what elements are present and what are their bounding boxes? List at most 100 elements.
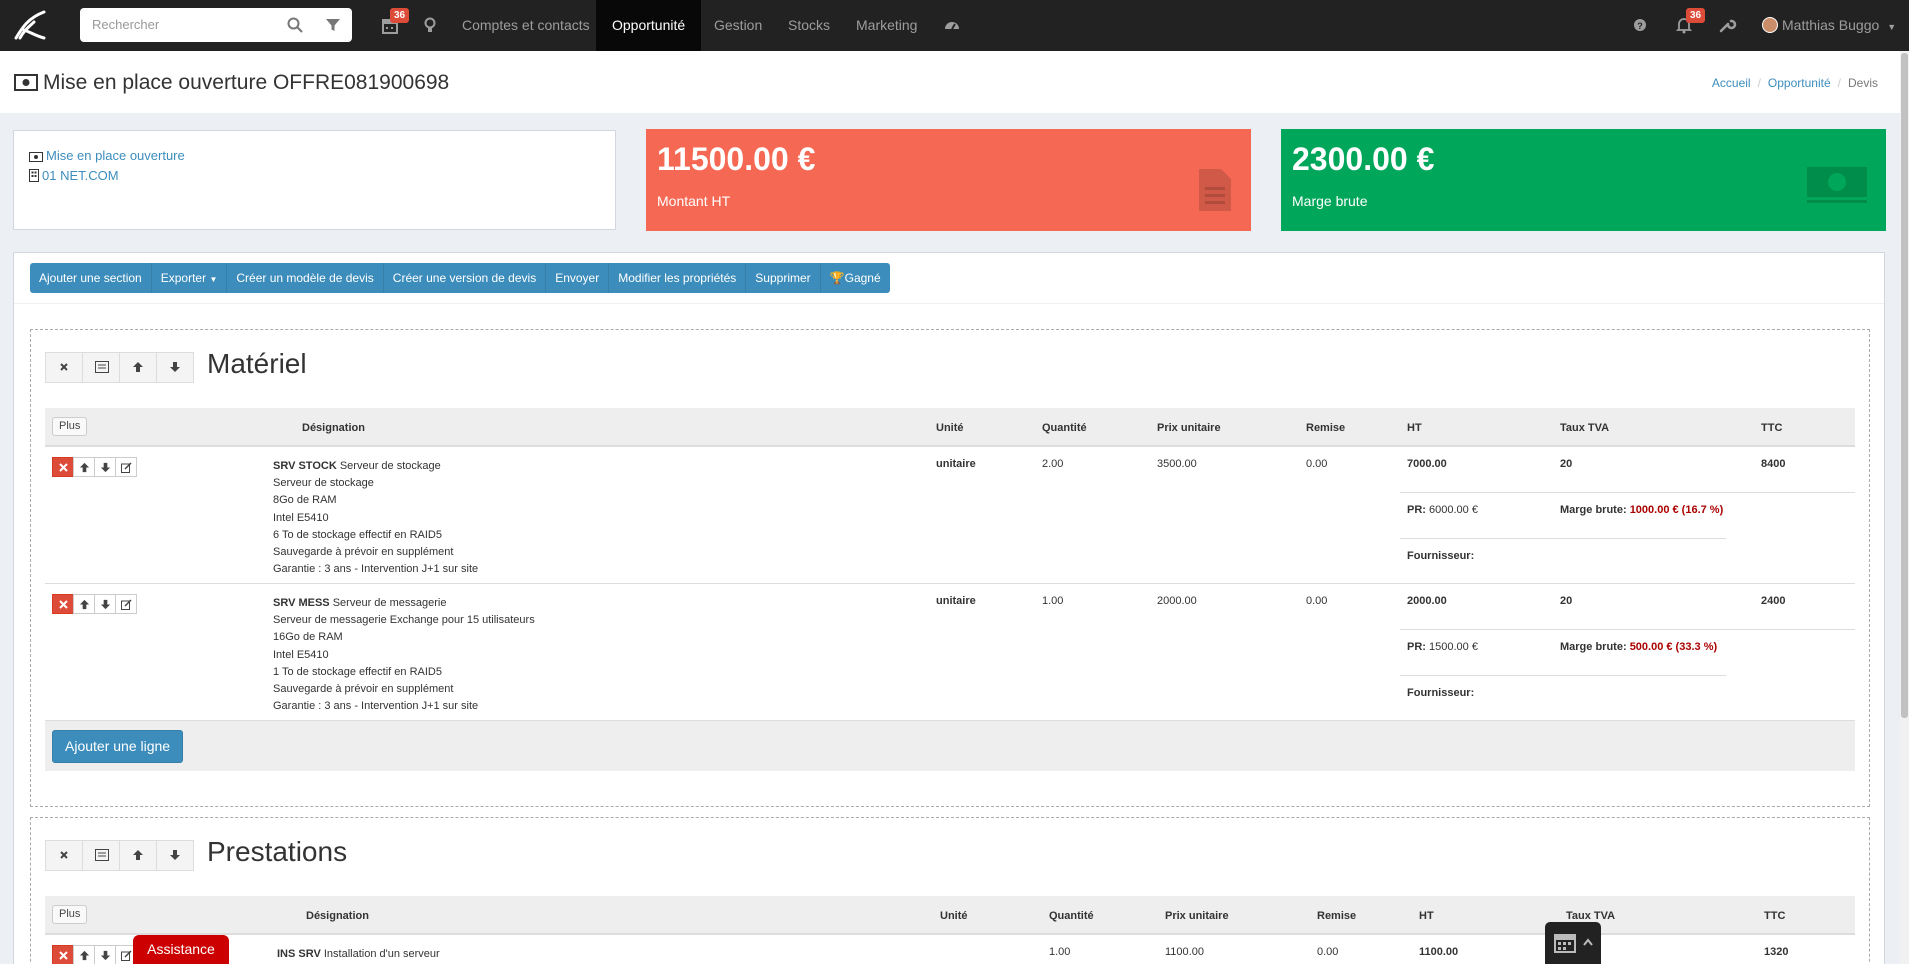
nav-marketing[interactable]: Marketing — [840, 0, 933, 51]
money-icon — [1807, 167, 1867, 203]
breadcrumb-accueil[interactable]: Accueil — [1712, 76, 1751, 90]
caret-down-icon: ▼ — [1887, 22, 1897, 32]
nav-opportunite[interactable]: Opportunité — [596, 0, 702, 51]
help-icon[interactable]: ? — [1630, 14, 1650, 36]
col-unite: Unité — [940, 910, 968, 922]
move-row-up-button[interactable] — [73, 457, 95, 477]
delete-row-button[interactable] — [52, 457, 74, 477]
move-row-down-button[interactable] — [94, 594, 116, 614]
filter-icon[interactable] — [324, 16, 342, 34]
close-icon — [60, 363, 68, 371]
plus-button[interactable]: Plus — [52, 905, 88, 924]
move-section-down-button[interactable] — [156, 352, 194, 383]
section-properties-button[interactable] — [82, 352, 120, 383]
assistance-button[interactable]: Assistance — [133, 935, 229, 964]
row-tva: 20 — [1560, 458, 1573, 470]
col-remise: Remise — [1317, 910, 1357, 922]
col-ttc: TTC — [1764, 910, 1786, 922]
row-fournisseur: Fournisseur: — [1407, 550, 1475, 562]
row-discount: 0.00 — [1306, 458, 1328, 470]
move-row-up-button[interactable] — [73, 594, 95, 614]
building-icon — [29, 169, 39, 182]
create-version-button[interactable]: Créer une version de devis — [383, 263, 547, 293]
create-template-button[interactable]: Créer un modèle de devis — [227, 263, 384, 293]
calendar-widget-button[interactable] — [1545, 922, 1601, 964]
nav-comptes-contacts[interactable]: Comptes et contacts — [446, 0, 606, 51]
nav-stocks[interactable]: Stocks — [772, 0, 846, 51]
row-tools — [52, 945, 137, 964]
avatar — [1762, 17, 1778, 33]
col-ttc: TTC — [1761, 422, 1783, 434]
edit-properties-button[interactable]: Modifier les propriétés — [609, 263, 747, 293]
page-title: Mise en place ouverture OFFRE081900698 — [14, 71, 449, 95]
arrow-down-icon — [100, 599, 111, 610]
move-section-down-button[interactable] — [156, 840, 194, 871]
plus-button[interactable]: Plus — [52, 417, 88, 436]
row-designation: SRV MESS Serveur de messagerie Serveur d… — [273, 597, 535, 713]
dashboard-icon[interactable] — [942, 14, 962, 36]
stat-value: 2300.00 € — [1292, 141, 1435, 177]
stat-label: Montant HT — [657, 193, 731, 209]
calendar-icon — [1554, 934, 1576, 953]
wrench-icon[interactable] — [1717, 14, 1737, 36]
row-discount: 0.00 — [1317, 946, 1339, 958]
add-line-button[interactable]: Ajouter une ligne — [52, 730, 184, 763]
col-taux-tva: Taux TVA — [1560, 422, 1610, 434]
edit-icon — [121, 599, 132, 610]
row-ht: 2000.00 — [1407, 595, 1447, 607]
move-row-up-button[interactable] — [73, 945, 95, 964]
row-ttc: 1320 — [1764, 946, 1789, 958]
send-button[interactable]: Envoyer — [546, 263, 610, 293]
page-scrollbar[interactable] — [1900, 51, 1909, 964]
edit-row-button[interactable] — [115, 594, 137, 614]
arrow-up-icon — [79, 462, 90, 473]
row-ttc: 8400 — [1761, 458, 1786, 470]
section-properties-button[interactable] — [82, 840, 120, 871]
stat-value: 11500.00 € — [657, 141, 816, 177]
quote-panel: Ajouter une section Exporter ▼ Créer un … — [13, 252, 1885, 964]
row-ht: 1100.00 — [1419, 946, 1459, 958]
add-section-button[interactable]: Ajouter une section — [30, 263, 152, 293]
delete-row-button[interactable] — [52, 594, 74, 614]
chevron-up-icon — [1583, 938, 1593, 946]
move-row-down-button[interactable] — [94, 457, 116, 477]
opportunity-link[interactable]: Mise en place ouverture — [29, 148, 185, 163]
won-button[interactable]: 🏆Gagné — [820, 263, 890, 293]
delete-row-button[interactable] — [52, 945, 74, 964]
row-tools — [52, 457, 137, 477]
close-icon — [59, 600, 68, 609]
col-designation: Désignation — [302, 422, 365, 434]
arrow-up-icon — [79, 950, 90, 961]
breadcrumb-opportunite[interactable]: Opportunité — [1768, 76, 1831, 90]
arrow-down-icon — [170, 362, 180, 372]
delete-section-button[interactable] — [45, 840, 83, 871]
quote-toolbar: Ajouter une section Exporter ▼ Créer un … — [30, 263, 890, 293]
page-header: Mise en place ouverture OFFRE081900698 A… — [0, 51, 1900, 113]
stat-label: Marge brute — [1292, 193, 1368, 209]
table-header: Plus Désignation Unité Quantité Prix uni… — [45, 408, 1855, 447]
arrow-up-icon — [133, 850, 143, 860]
row-ttc: 2400 — [1761, 595, 1786, 607]
row-unit: unitaire — [936, 595, 976, 607]
breadcrumb: Accueil / Opportunité / Devis — [1711, 76, 1878, 90]
search-icon[interactable] — [286, 16, 304, 34]
delete-section-button[interactable] — [45, 352, 83, 383]
delete-button[interactable]: Supprimer — [746, 263, 821, 293]
stat-marge-brute: 2300.00 € Marge brute — [1281, 129, 1886, 231]
search-input[interactable] — [92, 17, 282, 32]
nav-gestion[interactable]: Gestion — [698, 0, 778, 51]
edit-row-button[interactable] — [115, 457, 137, 477]
app-logo[interactable] — [10, 8, 50, 42]
move-row-down-button[interactable] — [94, 945, 116, 964]
col-remise: Remise — [1306, 422, 1346, 434]
move-section-up-button[interactable] — [119, 840, 157, 871]
company-link[interactable]: 01 NET.COM — [29, 168, 119, 183]
export-dropdown-button[interactable]: Exporter ▼ — [151, 263, 228, 293]
user-menu[interactable]: Matthias Buggo ▼ — [1762, 0, 1896, 51]
move-section-up-button[interactable] — [119, 352, 157, 383]
breadcrumb-current: Devis — [1847, 76, 1878, 90]
row-qty: 1.00 — [1042, 595, 1064, 607]
arrow-down-icon — [100, 950, 111, 961]
lightbulb-icon[interactable] — [420, 14, 440, 36]
row-marge: Marge brute: 500.00 € (33.3 %) — [1560, 641, 1718, 653]
